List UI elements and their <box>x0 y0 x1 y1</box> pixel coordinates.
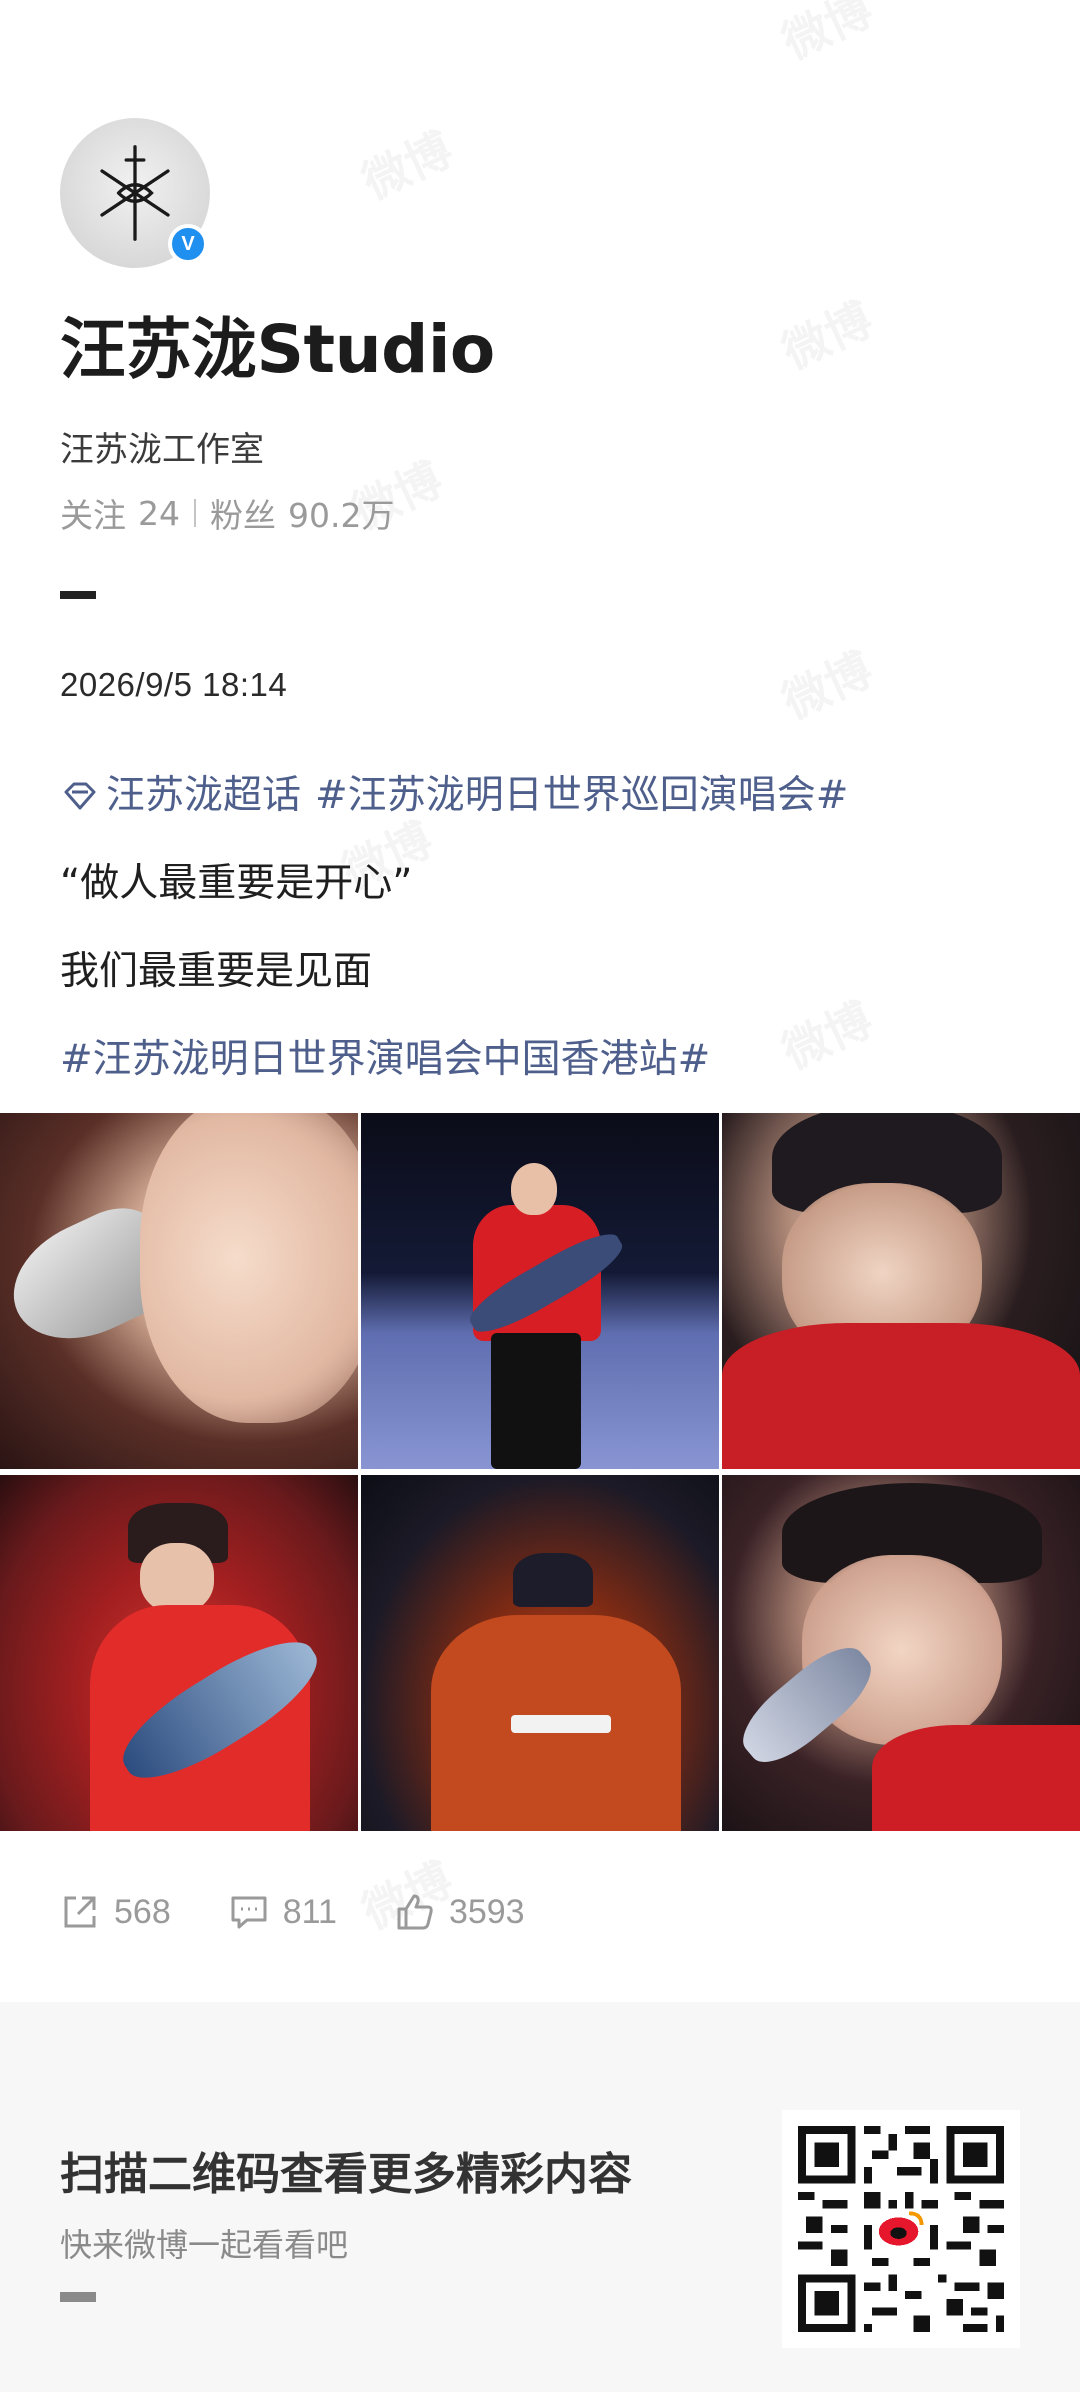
post-date: 2026/9/5 18:14 <box>60 666 288 703</box>
hashtag-link[interactable]: #汪苏泷明日世界巡回演唱会# <box>315 752 848 840</box>
face-shape <box>140 1113 358 1423</box>
footer-subtitle: 快来微博一起看看吧 <box>60 2226 349 2264</box>
photo-2[interactable] <box>361 1113 719 1469</box>
following-label[interactable]: 关注 <box>60 489 126 537</box>
profile-header: V 汪苏泷Studio 汪苏泷工作室 关注 24 粉丝 90.2万 <box>60 118 1020 599</box>
weibo-logo-icon <box>876 2208 926 2250</box>
stats-divider <box>194 499 196 527</box>
photo-4[interactable] <box>0 1475 358 1831</box>
topic-line: 汪苏泷超话 #汪苏泷明日世界巡回演唱会# <box>60 752 1040 840</box>
followers-count[interactable]: 90.2万 <box>288 489 394 537</box>
like-button[interactable]: 3593 <box>395 1892 525 1932</box>
post-content: 汪苏泷超话 #汪苏泷明日世界巡回演唱会# “做人最重要是开心” 我们最重要是见面… <box>60 752 1040 1104</box>
performer-head <box>511 1163 557 1215</box>
comment-count: 811 <box>282 1892 337 1931</box>
photo-1[interactable] <box>0 1113 358 1469</box>
account-name[interactable]: 汪苏泷Studio <box>60 296 1020 392</box>
super-topic-diamond-icon <box>64 782 96 810</box>
share-count: 568 <box>114 1892 171 1931</box>
super-topic-link[interactable]: 汪苏泷超话 <box>106 752 301 840</box>
like-count: 3593 <box>448 1892 525 1931</box>
hashtag-line: #汪苏泷明日世界演唱会中国香港站# <box>60 1016 1040 1104</box>
verified-badge-icon: V <box>168 224 208 264</box>
share-footer: 扫描二维码查看更多精彩内容 快来微博一起看看吧 <box>0 2002 1080 2392</box>
cap-shape <box>513 1553 593 1607</box>
share-button[interactable]: 568 <box>60 1892 171 1932</box>
sleeve-shape <box>722 1323 1080 1469</box>
share-icon <box>64 1896 96 1928</box>
shirt-shape <box>872 1725 1080 1831</box>
thumbs-up-icon <box>397 1894 433 1930</box>
action-bar: 568 811 3593 <box>60 1892 583 1932</box>
comment-button[interactable]: 811 <box>229 1892 337 1932</box>
follow-stats: 关注 24 粉丝 90.2万 <box>60 489 1020 537</box>
photo-3[interactable] <box>722 1113 1080 1469</box>
hashtag-link[interactable]: #汪苏泷明日世界演唱会中国香港站# <box>60 1016 710 1104</box>
qr-code[interactable] <box>782 2110 1020 2348</box>
post-text-line: 我们最重要是见面 <box>60 949 373 994</box>
footer-divider <box>60 2292 96 2302</box>
photo-6[interactable] <box>722 1475 1080 1831</box>
photo-grid <box>0 1113 1080 1831</box>
followers-label[interactable]: 粉丝 <box>210 489 276 537</box>
comment-icon <box>231 1896 267 1929</box>
section-divider <box>60 591 96 599</box>
avatar[interactable]: V <box>60 118 210 268</box>
watermark: 微博 <box>770 634 881 733</box>
performer-head <box>140 1543 214 1613</box>
legs-shape <box>491 1333 581 1469</box>
following-count[interactable]: 24 <box>138 494 180 533</box>
post-text-line: “做人最重要是开心” <box>60 861 413 906</box>
watermark: 微博 <box>770 0 881 72</box>
account-description: 汪苏泷工作室 <box>60 430 264 470</box>
shirt-logo-shape <box>511 1715 611 1733</box>
footer-title: 扫描二维码查看更多精彩内容 <box>60 2149 632 2200</box>
qr-code-icon <box>798 2126 1004 2332</box>
photo-5[interactable] <box>361 1475 719 1831</box>
